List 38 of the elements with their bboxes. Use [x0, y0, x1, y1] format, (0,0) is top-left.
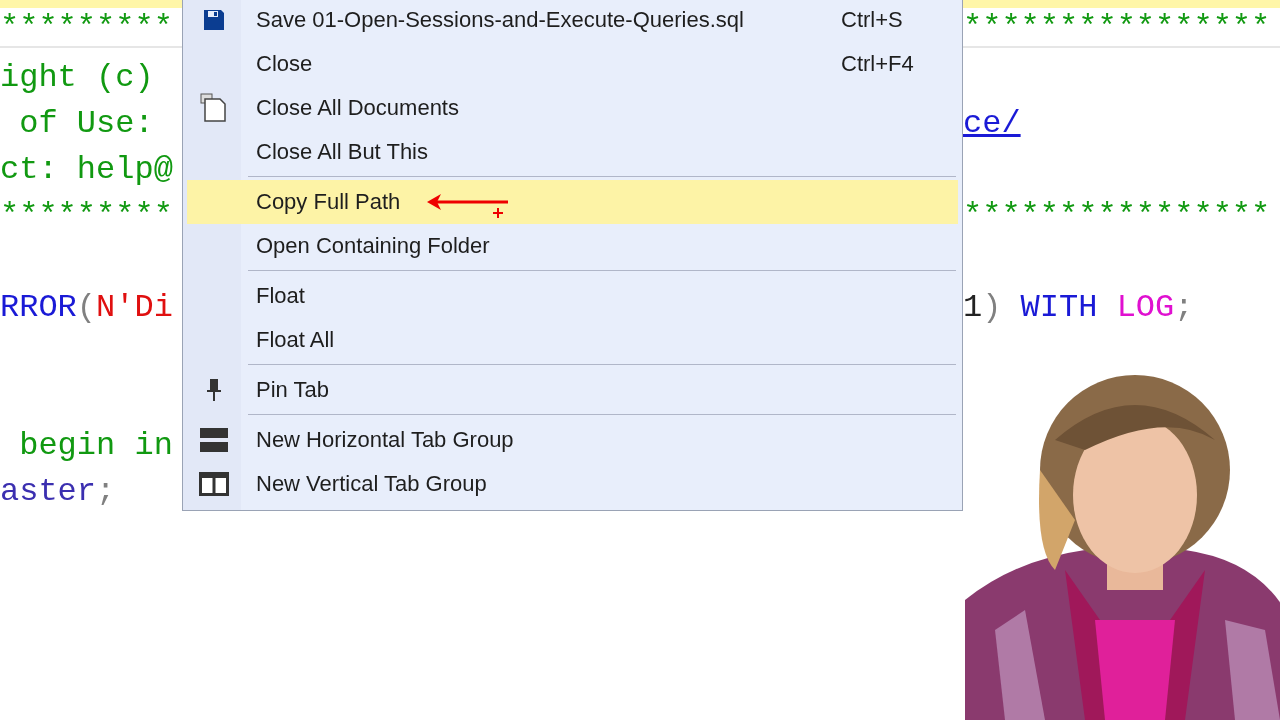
code-text: ; [96, 472, 116, 510]
shortcut-text: Ctrl+S [841, 7, 903, 33]
menu-item[interactable]: Copy Full Path [187, 180, 958, 224]
code-text: RROR [0, 288, 77, 326]
shortcut-text: Ctrl+F4 [841, 51, 914, 77]
code-text: 1 [963, 288, 983, 326]
menu-item[interactable]: Pin Tab [187, 368, 958, 412]
menu-item[interactable]: Save 01-Open-Sessions-and-Execute-Queries.sql Ctrl+S [187, 0, 958, 42]
code-text: WITH [1019, 288, 1098, 326]
documents-icon [200, 93, 228, 123]
vertical-split-icon [199, 472, 229, 496]
menu-item[interactable]: New Horizontal Tab Group [187, 418, 958, 462]
code-text: ) [982, 288, 1002, 326]
code-text: ********* [0, 196, 173, 234]
code-text: begin in [18, 426, 173, 464]
menu-item[interactable]: Open Containing Folder [187, 224, 958, 268]
code-link[interactable]: ce/ [963, 104, 1021, 142]
save-icon [202, 8, 226, 32]
menu-item[interactable]: Close Ctrl+F4 [187, 42, 958, 86]
menu-item[interactable]: Close All But This [187, 130, 958, 174]
code-text: aster [0, 472, 96, 510]
menu-item[interactable]: Close All Documents [187, 86, 958, 130]
code-text: ight (c) [0, 58, 154, 96]
menu-item[interactable]: New Vertical Tab Group [187, 462, 958, 506]
code-text: ; [1174, 288, 1194, 326]
code-text: ( [76, 288, 96, 326]
code-text: **************** [963, 196, 1271, 234]
pin-icon [207, 378, 221, 402]
menu-item[interactable]: Float [187, 274, 958, 318]
code-text: ct: help@ [0, 150, 173, 188]
code-text: of Use: [18, 104, 154, 142]
horizontal-split-icon [199, 427, 229, 453]
code-text: **************** [963, 8, 1271, 46]
menu-item[interactable]: Float All [187, 318, 958, 362]
code-text: LOG [1115, 288, 1175, 326]
code-text: ********* [0, 8, 173, 46]
code-text: N'Di [96, 288, 173, 326]
cursor-icon [493, 208, 503, 218]
